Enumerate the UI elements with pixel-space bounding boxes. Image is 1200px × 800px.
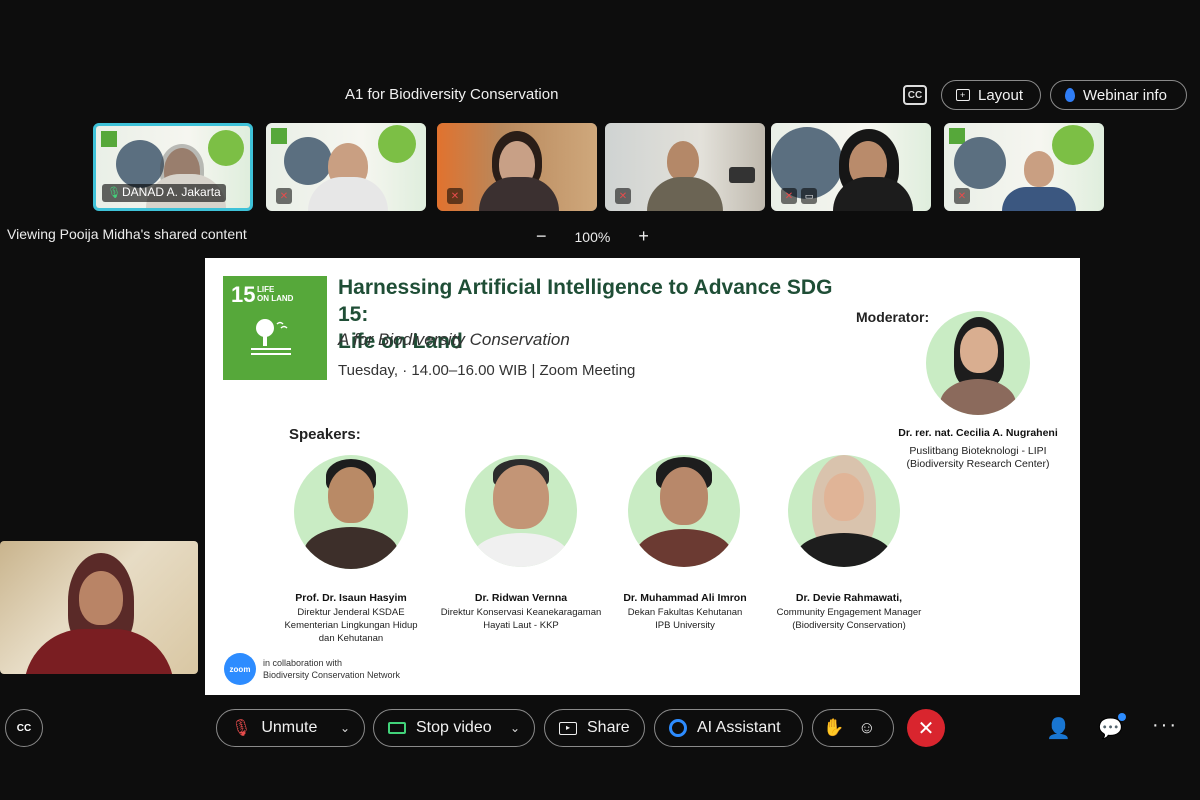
closed-captions-button[interactable]: CC [5,709,43,747]
slide-subtitle: A for Biodiversity Conservation [338,330,570,349]
tree-icon [251,319,291,355]
speaker-role: Community Engagement Manager (Biodiversi… [776,607,922,631]
close-icon: ✕ [917,717,935,740]
webinar-info-icon [1065,88,1075,102]
chevron-down-icon[interactable]: ⌄ [340,721,350,735]
speaker-name: Dr. Devie Rahmawati, [795,592,903,604]
mic-on-icon: 🎙 [107,187,121,199]
layout-icon: + [956,89,970,101]
self-view-video[interactable] [0,541,198,674]
mic-muted-icon: 🎙 [231,720,252,737]
speaker-photo [788,455,900,567]
screen-share-icon: ▭ [801,188,817,204]
collaboration-note: in collaboration with Biodiversity Conse… [263,658,401,680]
unmute-button[interactable]: 🎙 Unmute ⌄ [216,709,365,747]
more-options-icon[interactable]: ··· [1152,714,1178,737]
leave-meeting-button[interactable]: ✕ [907,709,945,747]
webex-meeting-window: A1 for Biodiversity Conservation CC + La… [0,0,1200,800]
zoom-in-button[interactable]: + [638,226,649,247]
mic-muted-icon: ✕ [615,188,631,204]
ai-assistant-icon [669,719,687,737]
chevron-down-icon[interactable]: ⌄ [510,721,520,735]
participant-name-tag: 🎙 DANAD A. Jakarta [102,184,226,202]
webinar-info-label: Webinar info [1083,86,1167,104]
speaker-role: Direktur Konservasi Keanekaragaman Hayat… [440,607,602,631]
meeting-title: A1 for Biodiversity Conservation [345,86,559,103]
zoom-controls: − 100% + [536,226,649,247]
captions-icon[interactable]: CC [903,85,927,105]
sdg15-logo: 15 LIFE ON LAND [223,276,327,380]
zoom-out-button[interactable]: − [536,226,547,247]
layout-label: Layout [978,86,1024,104]
moderator-heading: Moderator: [856,309,930,325]
ai-assistant-label: AI Assistant [697,719,781,736]
ai-assistant-button[interactable]: AI Assistant [654,709,803,747]
moderator-photo [926,311,1030,415]
shared-content-label: Viewing Pooija Midha's shared content [7,226,247,242]
unmute-label: Unmute [261,719,318,736]
speaker-name: Dr. Ridwan Vernna [474,592,568,604]
participant-tile[interactable]: ✕ [437,123,597,211]
participant-tile[interactable]: ✕ [605,123,765,211]
webinar-info-button[interactable]: Webinar info [1050,80,1187,110]
participant-tile[interactable]: 🎙 DANAD A. Jakarta [93,123,253,211]
share-screen-icon: ▸ [559,721,577,735]
speaker-name: Dr. Muhammad Ali Imron [623,592,747,604]
moderator-role: Puslitbang Bioteknologi - LIPI (Biodiver… [906,445,1050,470]
speaker-photo [628,455,740,567]
shared-slide: 15 LIFE ON LAND Harnessing Artificial Int… [205,258,1080,695]
share-label: Share [587,719,630,736]
speaker-name: Prof. Dr. Isaun Hasyim [295,592,407,604]
participant-tile[interactable]: ✕ [266,123,426,211]
zoom-logo: zoom [224,653,256,685]
share-button[interactable]: ▸ Share [544,709,645,747]
speaker-photo [294,455,408,569]
raise-hand-icon[interactable]: ✋ [823,718,844,738]
stop-video-button[interactable]: Stop video ⌄ [373,709,535,747]
reactions-group: ✋ ☺ [812,709,894,747]
slide-schedule: Tuesday, · 14.00–16.00 WIB | Zoom Meetin… [338,362,636,379]
participant-tile[interactable]: ✕ ▭ [771,123,931,211]
participant-tile[interactable]: ✕ [944,123,1104,211]
zoom-level: 100% [574,228,611,245]
mic-muted-icon: ✕ [954,188,970,204]
mic-muted-icon: ✕ [781,188,797,204]
stop-video-label: Stop video [416,719,492,736]
speakers-heading: Speakers: [289,426,361,443]
participants-icon[interactable]: 👤 [1046,716,1071,741]
speaker-role: Direktur Jenderal KSDAE Kementerian Ling… [284,607,418,644]
speaker-role: Dekan Fakultas Kehutanan IPB University [627,607,743,631]
emoji-reaction-icon[interactable]: ☺ [858,718,875,738]
mic-muted-icon: ✕ [276,188,292,204]
moderator-name: Dr. rer. nat. Cecilia A. Nugraheni [898,427,1058,439]
video-camera-icon [388,722,406,734]
speaker-photo [465,455,577,567]
layout-button[interactable]: + Layout [941,80,1041,110]
chat-notification-dot [1118,713,1126,721]
mic-muted-icon: ✕ [447,188,463,204]
